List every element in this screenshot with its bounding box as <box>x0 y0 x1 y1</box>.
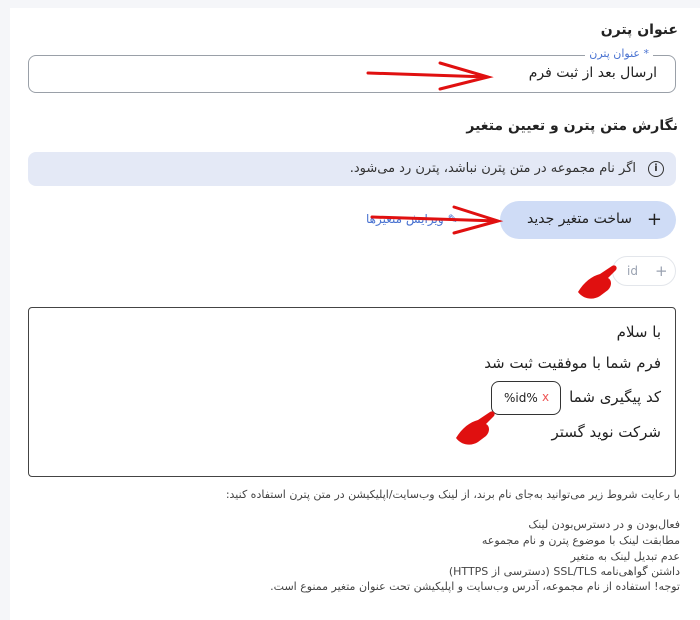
info-icon: i <box>648 161 664 177</box>
hint-intro: با رعایت شروط زیر می‌توانید به‌جای نام ب… <box>225 488 680 501</box>
editor-line: با سلام <box>616 323 661 341</box>
pattern-text-heading: نگارش متن پترن و تعیین متغیر <box>466 118 678 134</box>
editor-line: شرکت نوید گستر <box>551 423 661 441</box>
hint-item: فعال‌بودن و در دسترس‌بودن لینک <box>528 518 680 531</box>
hint-item: مطابقت لینک با موضوع پترن و نام مجموعه <box>481 534 680 547</box>
alert-text: اگر نام مجموعه در متن پترن نباشد، پترن ر… <box>349 161 636 176</box>
pattern-title-legend: عنوان پترن * <box>585 47 653 60</box>
pencil-icon: ✎ <box>447 212 458 226</box>
remove-token-icon[interactable]: x <box>542 390 549 404</box>
edit-variables-link[interactable]: ✎ویرایش متغیرها <box>366 212 458 226</box>
variable-chip-name: id <box>627 264 638 278</box>
pattern-title-heading: عنوان پترن <box>600 22 678 38</box>
create-variable-button[interactable]: + ساخت متغیر جدید <box>500 201 676 239</box>
pattern-title-field[interactable]: عنوان پترن * ارسال بعد از ثبت فرم <box>28 47 676 93</box>
hint-item: عدم تبدیل لینک به متغیر <box>570 550 680 563</box>
create-variable-label: ساخت متغیر جدید <box>527 211 632 227</box>
variable-chip-id[interactable]: + id <box>612 256 676 286</box>
plus-icon: + <box>646 209 662 230</box>
pattern-title-value: ارسال بعد از ثبت فرم <box>528 65 657 81</box>
pattern-text-editor[interactable]: با سلام فرم شما با موفقیت ثبت شد کد پیگی… <box>28 307 676 477</box>
editor-line: فرم شما با موفقیت ثبت شد <box>484 354 661 372</box>
editor-line: کد پیگیری شما <box>569 388 661 406</box>
variable-token[interactable]: x %id% <box>491 381 561 415</box>
hint-warning: توجه! استفاده از نام مجموعه، آدرس وب‌سای… <box>270 580 680 593</box>
token-value: %id% <box>504 391 538 405</box>
hint-item: داشتن گواهی‌نامه SSL/TLS (دسترسی از HTTP… <box>448 565 680 578</box>
plus-icon: + <box>655 262 668 280</box>
edit-variables-label: ویرایش متغیرها <box>366 212 444 226</box>
info-alert: i اگر نام مجموعه در متن پترن نباشد، پترن… <box>28 152 676 186</box>
